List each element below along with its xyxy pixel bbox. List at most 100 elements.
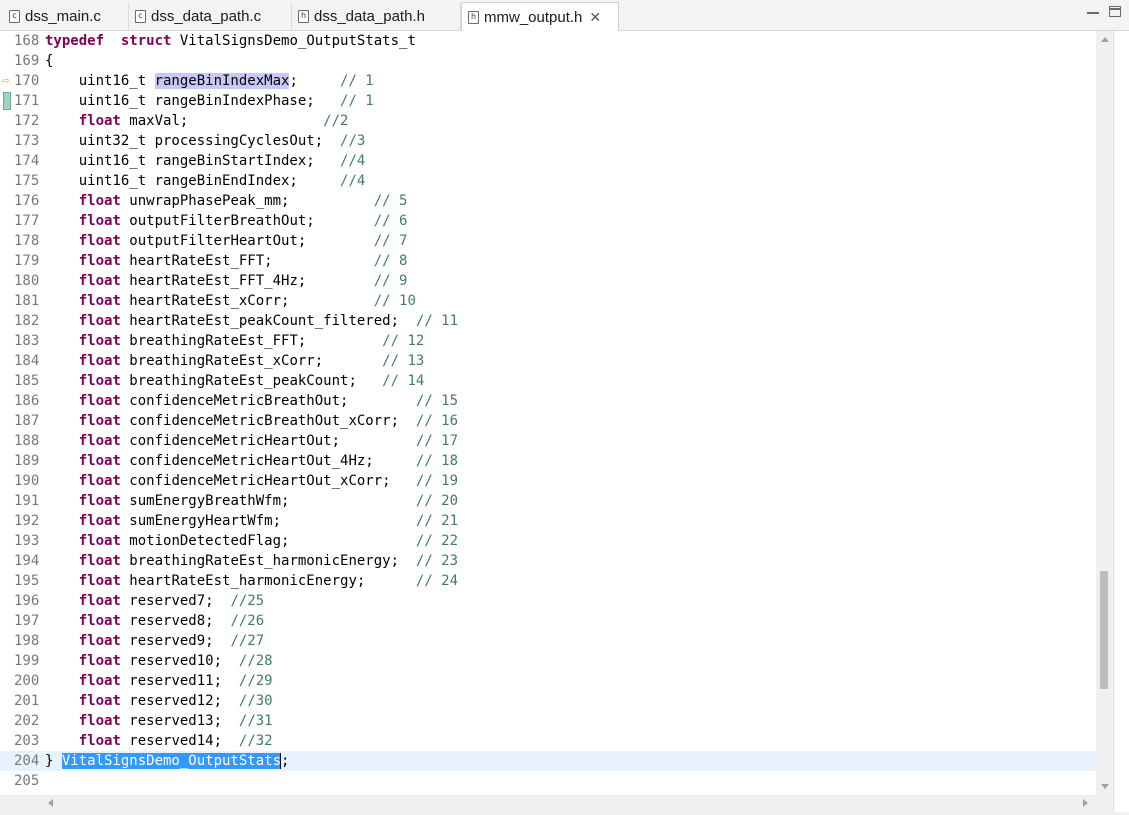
code-line[interactable]: 173 uint32_t processingCyclesOut; //3 <box>0 131 1096 151</box>
code-line[interactable]: 200 float reserved11; //29 <box>0 671 1096 691</box>
code-line[interactable]: 195 float heartRateEst_harmonicEnergy; /… <box>0 571 1096 591</box>
line-gutter[interactable]: 199 <box>0 651 44 671</box>
line-gutter[interactable]: 195 <box>0 571 44 591</box>
horizontal-scrollbar[interactable] <box>0 795 1096 812</box>
code-line[interactable]: 172 float maxVal; //2 <box>0 111 1096 131</box>
code-text: float reserved8; //26 <box>45 611 264 631</box>
line-gutter[interactable]: 184 <box>0 351 44 371</box>
code-line[interactable]: 205 <box>0 771 1096 791</box>
code-line[interactable]: 201 float reserved12; //30 <box>0 691 1096 711</box>
code-line[interactable]: 190 float confidenceMetricHeartOut_xCorr… <box>0 471 1096 491</box>
code-line[interactable]: 180 float heartRateEst_FFT_4Hz; // 9 <box>0 271 1096 291</box>
line-gutter[interactable]: 172 <box>0 111 44 131</box>
code-line[interactable]: 174 uint16_t rangeBinStartIndex; //4 <box>0 151 1096 171</box>
line-gutter[interactable]: 190 <box>0 471 44 491</box>
code-line[interactable]: 202 float reserved13; //31 <box>0 711 1096 731</box>
code-line[interactable]: 178 float outputFilterHeartOut; // 7 <box>0 231 1096 251</box>
scroll-up-arrow-icon[interactable] <box>1096 31 1113 48</box>
overview-ruler[interactable] <box>1113 31 1129 815</box>
code-line[interactable]: ⇨ 170 uint16_t rangeBinIndexMax; // 1 <box>0 71 1096 91</box>
line-gutter[interactable]: 191 <box>0 491 44 511</box>
tab-dss-data-path-c[interactable]: c dss_data_path.c <box>129 3 292 30</box>
line-gutter[interactable]: 192 <box>0 511 44 531</box>
line-gutter[interactable]: 183 <box>0 331 44 351</box>
line-gutter[interactable]: 197 <box>0 611 44 631</box>
line-gutter[interactable]: 178 <box>0 231 44 251</box>
code-line[interactable]: 187 float confidenceMetricBreathOut_xCor… <box>0 411 1096 431</box>
line-gutter[interactable]: 189 <box>0 451 44 471</box>
code-line[interactable]: 183 float breathingRateEst_FFT; // 12 <box>0 331 1096 351</box>
line-gutter[interactable]: 173 <box>0 131 44 151</box>
code-line[interactable]: 177 float outputFilterBreathOut; // 6 <box>0 211 1096 231</box>
code-line[interactable]: 188 float confidenceMetricHeartOut; // 1… <box>0 431 1096 451</box>
code-line[interactable]: 176 float unwrapPhasePeak_mm; // 5 <box>0 191 1096 211</box>
line-gutter[interactable]: 203 <box>0 731 44 751</box>
tab-mmw-output-h[interactable]: h mmw_output.h ✕ <box>461 2 619 31</box>
code-line[interactable]: 204} VitalSignsDemo_OutputStats; <box>0 751 1096 771</box>
line-gutter[interactable]: ⇨ 170 <box>0 71 44 91</box>
line-gutter[interactable]: 202 <box>0 711 44 731</box>
code-line[interactable]: 189 float confidenceMetricHeartOut_4Hz; … <box>0 451 1096 471</box>
close-tab-icon[interactable]: ✕ <box>589 9 601 26</box>
line-gutter[interactable]: 198 <box>0 631 44 651</box>
code-line[interactable]: 184 float breathingRateEst_xCorr; // 13 <box>0 351 1096 371</box>
line-gutter[interactable]: 200 <box>0 671 44 691</box>
line-gutter[interactable]: 181 <box>0 291 44 311</box>
comment-token: // 13 <box>382 353 425 369</box>
tab-dss-data-path-h[interactable]: h dss_data_path.h <box>292 3 461 30</box>
line-gutter[interactable]: 182 <box>0 311 44 331</box>
code-line[interactable]: 182 float heartRateEst_peakCount_filtere… <box>0 311 1096 331</box>
line-gutter[interactable]: 185 <box>0 371 44 391</box>
line-gutter[interactable]: 176 <box>0 191 44 211</box>
vertical-scrollbar[interactable] <box>1096 31 1113 795</box>
tab-dss-main-c[interactable]: c dss_main.c <box>3 3 129 30</box>
code-line[interactable]: 194 float breathingRateEst_harmonicEnerg… <box>0 551 1096 571</box>
code-line[interactable]: 192 float sumEnergyHeartWfm; // 21 <box>0 511 1096 531</box>
line-gutter[interactable]: 188 <box>0 431 44 451</box>
line-gutter[interactable]: 179 <box>0 251 44 271</box>
code-line[interactable]: 198 float reserved9; //27 <box>0 631 1096 651</box>
scroll-left-arrow-icon[interactable] <box>42 795 59 812</box>
code-text: float confidenceMetricBreathOut; // 15 <box>45 391 458 411</box>
code-token: reserved8; <box>120 613 231 629</box>
code-line[interactable]: 193 float motionDetectedFlag; // 22 <box>0 531 1096 551</box>
vertical-scroll-thumb[interactable] <box>1100 571 1108 689</box>
line-gutter[interactable]: 177 <box>0 211 44 231</box>
code-editor[interactable]: 168 typedef struct VitalSignsDemo_OutputS… <box>0 31 1096 795</box>
code-line[interactable]: 169 { <box>0 51 1096 71</box>
code-line[interactable]: 171 uint16_t rangeBinIndexPhase; // 1 <box>0 91 1096 111</box>
code-line[interactable]: 186 float confidenceMetricBreathOut; // … <box>0 391 1096 411</box>
code-line[interactable]: 179 float heartRateEst_FFT; // 8 <box>0 251 1096 271</box>
keyword-token: float <box>78 253 121 269</box>
code-line[interactable]: 199 float reserved10; //28 <box>0 651 1096 671</box>
maximize-icon[interactable] <box>1109 6 1121 17</box>
scroll-right-arrow-icon[interactable] <box>1077 795 1094 812</box>
code-line[interactable]: 197 float reserved8; //26 <box>0 611 1096 631</box>
scroll-down-arrow-icon[interactable] <box>1096 778 1113 795</box>
line-gutter[interactable]: 175 <box>0 171 44 191</box>
line-gutter[interactable]: 174 <box>0 151 44 171</box>
code-line[interactable]: 203 float reserved14; //32 <box>0 731 1096 751</box>
line-gutter[interactable]: 180 <box>0 271 44 291</box>
code-line[interactable]: 185 float breathingRateEst_peakCount; //… <box>0 371 1096 391</box>
line-gutter[interactable]: 205 <box>0 771 44 791</box>
line-gutter[interactable]: 196 <box>0 591 44 611</box>
line-gutter[interactable]: 171 <box>0 91 44 111</box>
line-gutter[interactable]: 187 <box>0 411 44 431</box>
code-token: reserved11; <box>120 673 239 689</box>
code-line[interactable]: 196 float reserved7; //25 <box>0 591 1096 611</box>
line-gutter[interactable]: 168 <box>0 31 44 51</box>
code-line[interactable]: 168 typedef struct VitalSignsDemo_OutputS… <box>0 31 1096 51</box>
code-line[interactable]: 181 float heartRateEst_xCorr; // 10 <box>0 291 1096 311</box>
code-line[interactable]: 175 uint16_t rangeBinEndIndex; //4 <box>0 171 1096 191</box>
line-gutter[interactable]: 201 <box>0 691 44 711</box>
line-gutter[interactable]: 194 <box>0 551 44 571</box>
line-gutter[interactable]: 204 <box>0 751 44 771</box>
minimize-icon[interactable] <box>1087 5 1099 14</box>
line-gutter[interactable]: 193 <box>0 531 44 551</box>
comment-token: //26 <box>230 613 265 629</box>
code-line[interactable]: 191 float sumEnergyBreathWfm; // 20 <box>0 491 1096 511</box>
line-gutter[interactable]: 169 <box>0 51 44 71</box>
line-gutter[interactable]: 186 <box>0 391 44 411</box>
